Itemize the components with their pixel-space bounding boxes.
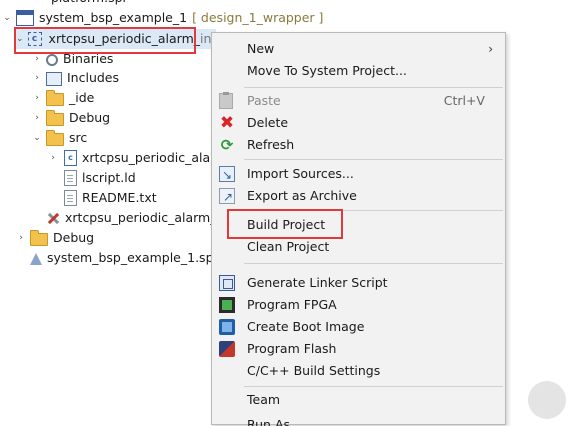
linker-script-icon — [219, 275, 235, 291]
menu-item-label: Clean Project — [247, 239, 330, 254]
menu-item-label: Create Boot Image — [247, 319, 365, 334]
tree-item-label: lscript.ld — [82, 170, 136, 185]
expand-arrow-icon[interactable]: › — [48, 148, 58, 168]
tree-item-system-project[interactable]: ⌄ system_bsp_example_1 [ design_1_wrappe… — [2, 8, 323, 28]
highlight-box-project — [14, 27, 196, 54]
menu-item-label: Refresh — [247, 137, 295, 152]
menu-item-team[interactable]: Team — [212, 389, 505, 411]
folder-icon — [30, 230, 48, 246]
menu-item-label: Team — [247, 392, 281, 407]
collapse-arrow-icon[interactable]: ⌄ — [32, 128, 42, 148]
submenu-arrow-icon: › — [488, 42, 493, 56]
menu-item-import-sources[interactable]: Import Sources... — [212, 163, 505, 186]
menu-separator — [244, 87, 503, 88]
watermark-logo-icon — [528, 381, 566, 419]
tree-item-label: Debug — [53, 230, 95, 245]
tree-item-label: src — [69, 130, 88, 145]
menu-item-label: Program FPGA — [247, 297, 337, 312]
menu-item-label: Paste — [247, 93, 281, 108]
import-icon — [219, 164, 235, 186]
binaries-icon — [46, 54, 58, 66]
menu-item-program-fpga[interactable]: Program FPGA — [212, 294, 505, 316]
menu-item-create-boot-image[interactable]: Create Boot Image — [212, 316, 505, 338]
paste-icon — [219, 92, 233, 109]
menu-separator — [244, 263, 503, 264]
menu-item-move-to-system-project[interactable]: Move To System Project... — [212, 60, 505, 82]
menu-item-label: Program Flash — [247, 341, 337, 356]
menu-item-label: Import Sources... — [247, 166, 354, 181]
collapse-arrow-icon[interactable]: ⌄ — [2, 8, 12, 28]
menu-item-label: Delete — [247, 115, 289, 130]
folder-icon — [46, 130, 64, 146]
menu-item-label: New — [247, 41, 275, 56]
settings-tool-icon — [46, 211, 60, 225]
tree-item-label: README.txt — [82, 190, 157, 205]
tree-item-debug[interactable]: › Debug — [32, 108, 110, 128]
menu-separator — [244, 159, 503, 160]
platform-icon — [30, 0, 46, 6]
tree-item-label: Includes — [67, 70, 120, 85]
menu-item-paste[interactable]: Paste Ctrl+V — [212, 90, 505, 112]
tree-item-label: _ide — [69, 90, 95, 105]
refresh-icon: ⟳ — [220, 136, 234, 154]
expand-arrow-icon[interactable]: › — [32, 108, 42, 128]
menu-item-generate-linker-script[interactable]: Generate Linker Script — [212, 272, 505, 294]
menu-item-label: Export as Archive — [247, 188, 357, 203]
tree-item-lscript[interactable]: lscript.ld — [62, 168, 136, 188]
menu-item-label: Move To System Project... — [247, 63, 407, 78]
fpga-icon — [219, 297, 235, 313]
delete-icon: ✖ — [219, 113, 235, 133]
menu-item-program-flash[interactable]: Program Flash — [212, 338, 505, 360]
includes-icon — [46, 72, 62, 86]
tree-item-label: xrtcpsu_periodic_alarm — [82, 150, 228, 165]
flask-icon — [30, 253, 42, 265]
tree-item-platform[interactable]: platform.spr — [30, 0, 128, 8]
expand-arrow-icon[interactable]: › — [16, 228, 26, 248]
menu-item-build-settings[interactable]: C/C++ Build Settings — [212, 360, 505, 382]
menu-item-export-archive[interactable]: Export as Archive — [212, 185, 505, 208]
menu-item-new[interactable]: New › — [212, 38, 505, 60]
menu-item-label: C/C++ Build Settings — [247, 363, 381, 378]
shortcut-label: Ctrl+V — [443, 93, 485, 108]
tree-item-label: xrtcpsu_periodic_alarm_in — [65, 210, 228, 225]
project-icon — [16, 10, 34, 26]
tree-item-suffix: [ design_1_wrapper ] — [192, 10, 324, 25]
tree-item-ide[interactable]: › _ide — [32, 88, 94, 108]
tree-item-sprj[interactable]: system_bsp_example_1.sprj — [30, 248, 222, 268]
tree-item-label: system_bsp_example_1.sprj — [47, 250, 223, 265]
expand-arrow-icon[interactable]: › — [32, 88, 42, 108]
project-explorer-tree: platform.spr ⌄ system_bsp_example_1 [ de… — [0, 0, 323, 425]
tree-item-includes[interactable]: › Includes — [32, 68, 119, 88]
c-file-icon: c — [64, 150, 77, 166]
tree-item-label: system_bsp_example_1 — [39, 10, 188, 25]
tree-item-label: platform.spr — [51, 0, 128, 8]
text-file-icon — [64, 170, 77, 186]
tree-item-readme[interactable]: README.txt — [62, 188, 157, 208]
text-file-icon — [64, 190, 77, 206]
menu-separator — [244, 386, 503, 387]
tree-item-source-file[interactable]: › c xrtcpsu_periodic_alarm — [48, 148, 227, 168]
menu-item-delete[interactable]: ✖ Delete — [212, 112, 505, 134]
boot-image-icon — [219, 319, 235, 335]
tree-item-debug-root[interactable]: › Debug — [16, 228, 94, 248]
menu-item-clean-project[interactable]: Clean Project — [212, 236, 505, 258]
tree-item-src[interactable]: ⌄ src — [32, 128, 87, 148]
tree-item-settings[interactable]: xrtcpsu_periodic_alarm_in — [46, 208, 228, 228]
tree-item-label: Debug — [69, 110, 111, 125]
menu-item-label: Generate Linker Script — [247, 275, 388, 290]
export-icon — [219, 186, 235, 208]
expand-arrow-icon[interactable]: › — [32, 68, 42, 88]
folder-icon — [46, 90, 64, 106]
highlight-box-build-project — [227, 209, 343, 239]
flash-icon — [219, 341, 235, 357]
menu-item-refresh[interactable]: ⟳ Refresh — [212, 134, 505, 156]
folder-icon — [46, 110, 64, 126]
